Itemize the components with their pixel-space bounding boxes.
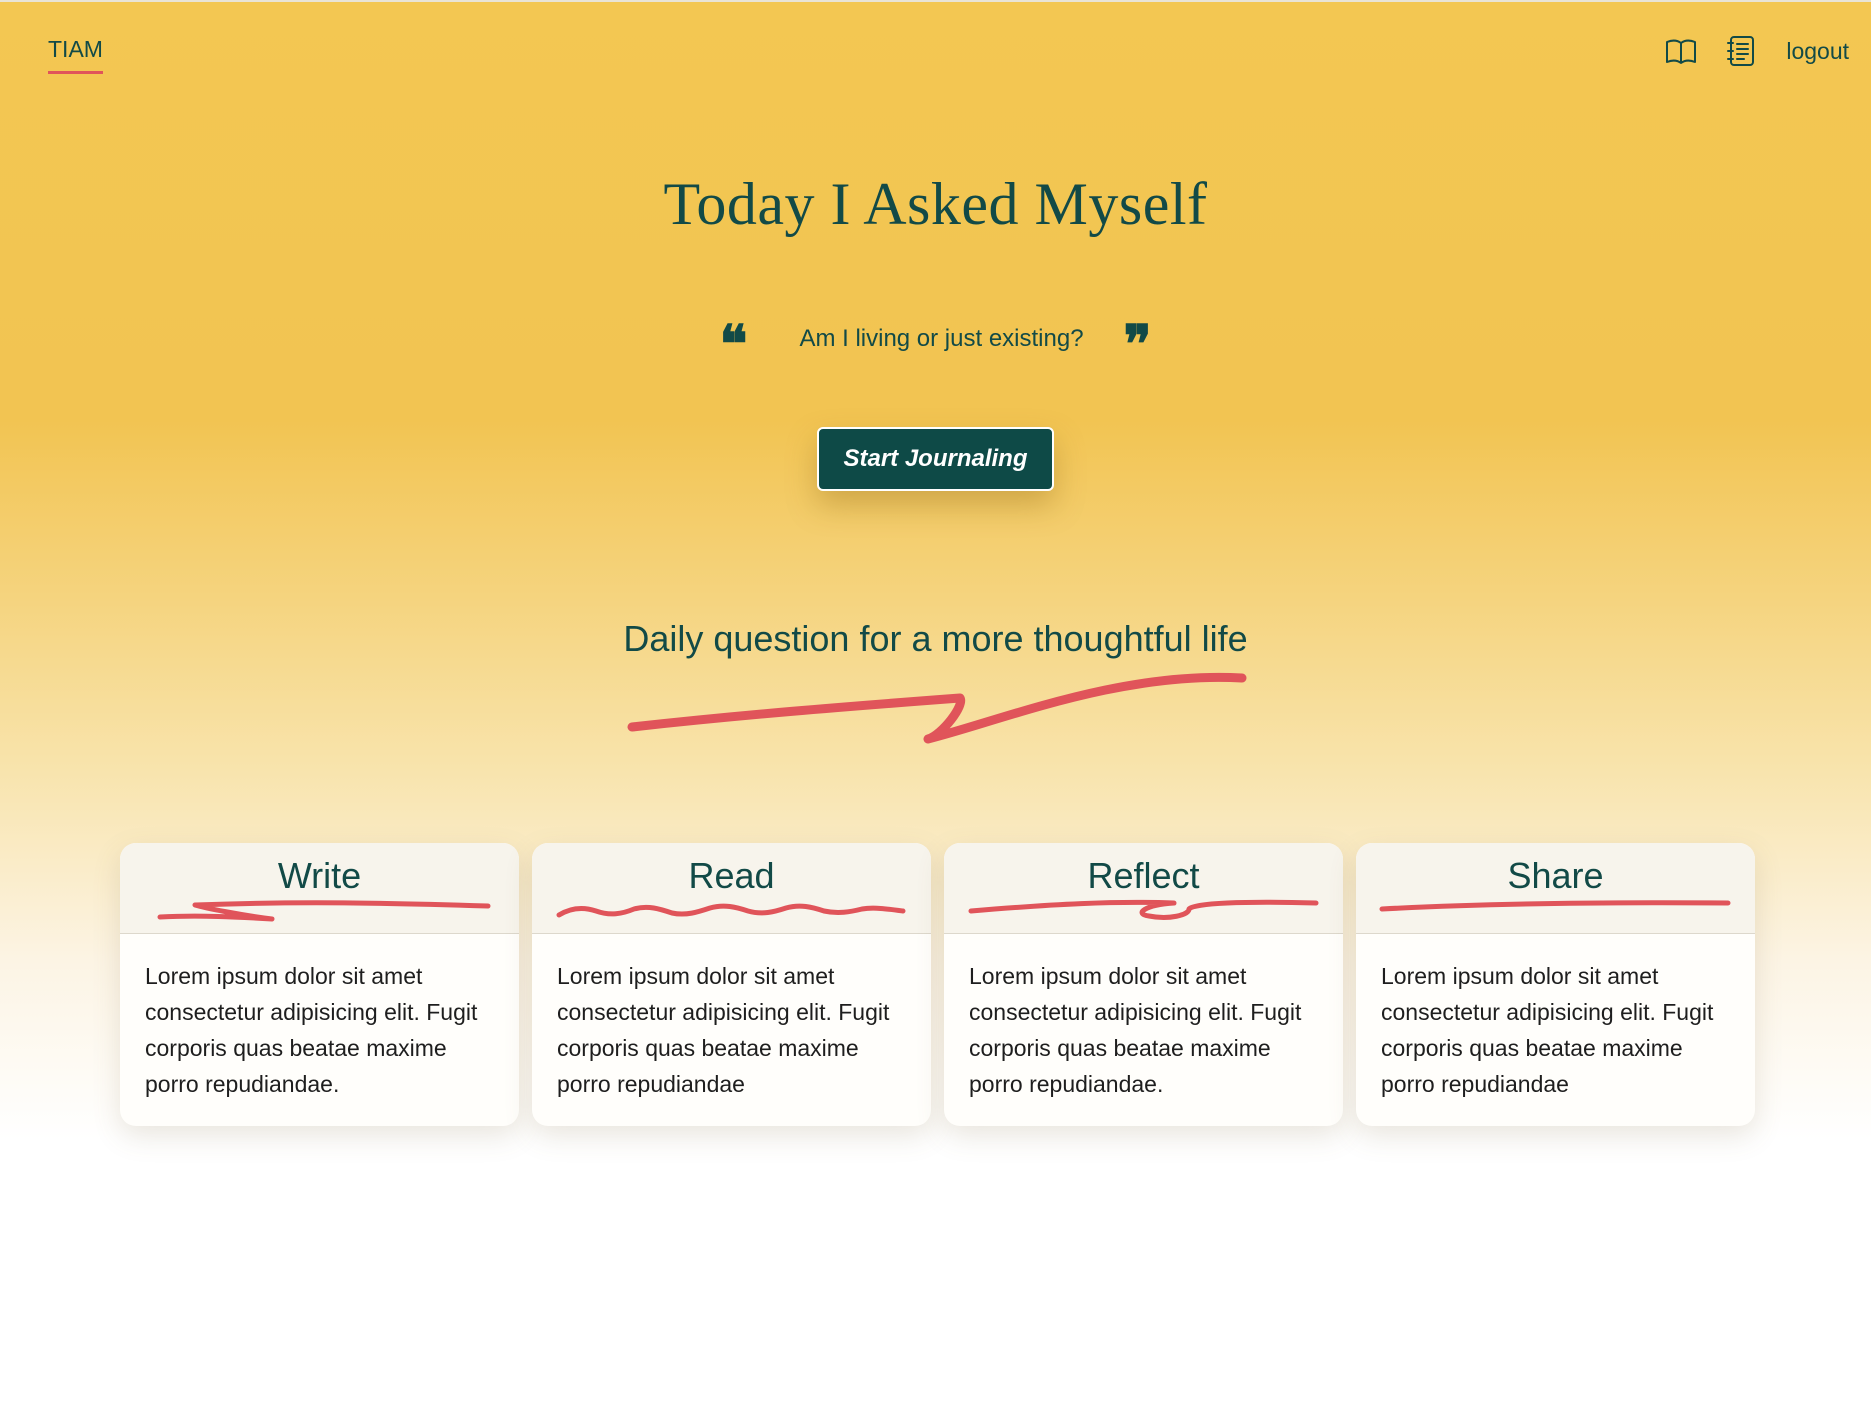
scribble-underline-icon (1379, 900, 1731, 912)
card-body: Lorem ipsum dolor sit amet consectetur a… (969, 963, 1302, 1097)
start-journaling-button[interactable]: Start Journaling (817, 427, 1054, 491)
card-header: Share (1356, 843, 1755, 934)
card-share: Share Lorem ipsum dolor sit amet consect… (1356, 843, 1755, 1126)
card-header: Reflect (944, 843, 1343, 934)
notebook-icon[interactable] (1724, 34, 1758, 68)
scribble-underline-icon (157, 900, 491, 922)
scribble-underline-icon (968, 899, 1319, 920)
tagline: Daily question for a more thoughtful lif… (623, 618, 1248, 659)
scribble-underline-icon (556, 903, 906, 918)
card-header: Write (120, 843, 519, 934)
hero-title: Today I Asked Myself (663, 171, 1208, 237)
daily-question: ❝ Am I living or just existing? ❞ (0, 314, 1871, 375)
scribble-underline-icon (627, 672, 1247, 744)
close-quote-icon: ❞ (1123, 314, 1152, 375)
card-body: Lorem ipsum dolor sit amet consectetur a… (1381, 963, 1714, 1097)
question-text: Am I living or just existing? (799, 325, 1084, 352)
feature-cards: Write Lorem ipsum dolor sit amet consect… (120, 843, 1755, 1126)
card-header: Read (532, 843, 931, 934)
card-write: Write Lorem ipsum dolor sit amet consect… (120, 843, 519, 1126)
nav-brand-link[interactable]: TIAM (48, 36, 103, 74)
book-open-icon[interactable] (1664, 34, 1698, 68)
nav-right: logout (1664, 34, 1849, 68)
card-body: Lorem ipsum dolor sit amet consectetur a… (557, 963, 890, 1097)
card-read: Read Lorem ipsum dolor sit amet consecte… (532, 843, 931, 1126)
top-border (0, 0, 1871, 2)
card-body: Lorem ipsum dolor sit amet consectetur a… (145, 963, 478, 1097)
logout-link[interactable]: logout (1786, 38, 1849, 65)
card-reflect: Reflect Lorem ipsum dolor sit amet conse… (944, 843, 1343, 1126)
open-quote-icon: ❝ (719, 314, 748, 375)
